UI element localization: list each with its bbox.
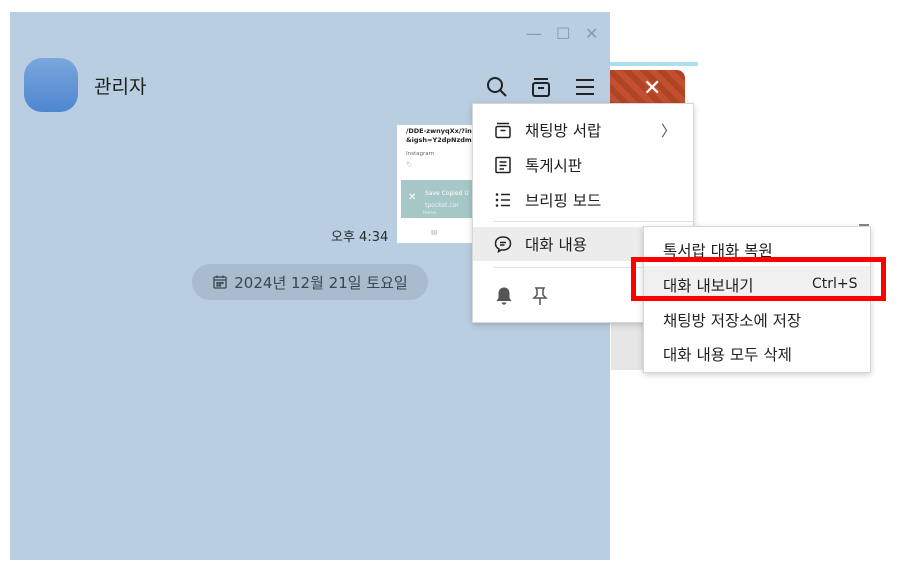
submenu-item-label: 채팅방 저장소에 저장 <box>663 312 802 330</box>
submenu-item-delete-all[interactable]: 대화 내용 모두 삭제 <box>644 335 870 369</box>
message-time: 오후 4:34 <box>331 230 389 245</box>
attachment-url-line: &igsh=Y2dpNzdmN <box>406 136 473 144</box>
date-label: 2024년 12월 21일 토요일 <box>234 273 408 292</box>
menu-item-briefing-board[interactable]: 브리핑 보드 <box>473 183 693 217</box>
menu-item-talk-board[interactable]: 톡게시판 <box>473 148 693 182</box>
attachment-toast: ✕ Save Copied U tpocket.cor Home <box>401 180 473 218</box>
menu-item-label: 채팅방 서랍 <box>525 122 602 140</box>
board-icon <box>493 155 513 175</box>
search-icon[interactable] <box>484 74 510 100</box>
pin-icon[interactable] <box>529 285 551 307</box>
minimize-icon[interactable]: — <box>526 26 542 42</box>
image-attachment[interactable]: /DDE-zwnyqXx/?in &igsh=Y2dpNzdmN Instagr… <box>397 125 473 243</box>
highlight-box <box>631 257 886 301</box>
chat-bubble-icon <box>493 234 513 254</box>
toast-home: Home <box>423 211 437 216</box>
toast-site: tpocket.cor <box>425 202 459 209</box>
menu-icon[interactable] <box>572 74 598 100</box>
close-icon: ✕ <box>408 192 417 203</box>
submenu-item-label: 대화 내용 모두 삭제 <box>663 346 792 364</box>
close-icon[interactable]: ✕ <box>585 26 598 42</box>
menu-item-label: 브리핑 보드 <box>525 192 602 210</box>
attachment-source: Instagram <box>406 151 434 157</box>
date-divider: 2024년 12월 21일 토요일 <box>192 264 428 300</box>
chevron-right-icon: 〉 <box>661 121 677 140</box>
drawer-icon <box>493 120 513 140</box>
bell-icon[interactable] <box>493 285 515 307</box>
calendar-icon <box>213 275 227 289</box>
close-icon: ✕ <box>643 76 662 101</box>
menu-item-label: 톡게시판 <box>525 157 583 175</box>
toast-text: Save Copied U <box>425 190 469 197</box>
chat-title: 관리자 <box>94 76 147 98</box>
avatar[interactable] <box>24 58 78 112</box>
drawer-icon[interactable] <box>528 74 554 100</box>
list-icon <box>493 190 513 210</box>
tag-icon: 🏷 <box>406 162 416 168</box>
attachment-nav: III <box>431 229 438 237</box>
menu-divider <box>493 221 693 222</box>
menu-item-label: 대화 내용 <box>525 236 587 254</box>
attachment-url-line: /DDE-zwnyqXx/?in <box>406 127 472 135</box>
background-strip <box>610 62 698 66</box>
menu-item-chat-drawer[interactable]: 채팅방 서랍 〉 <box>473 113 693 147</box>
submenu-item-save-storage[interactable]: 채팅방 저장소에 저장 <box>644 301 870 335</box>
maximize-icon[interactable]: ☐ <box>556 26 570 42</box>
